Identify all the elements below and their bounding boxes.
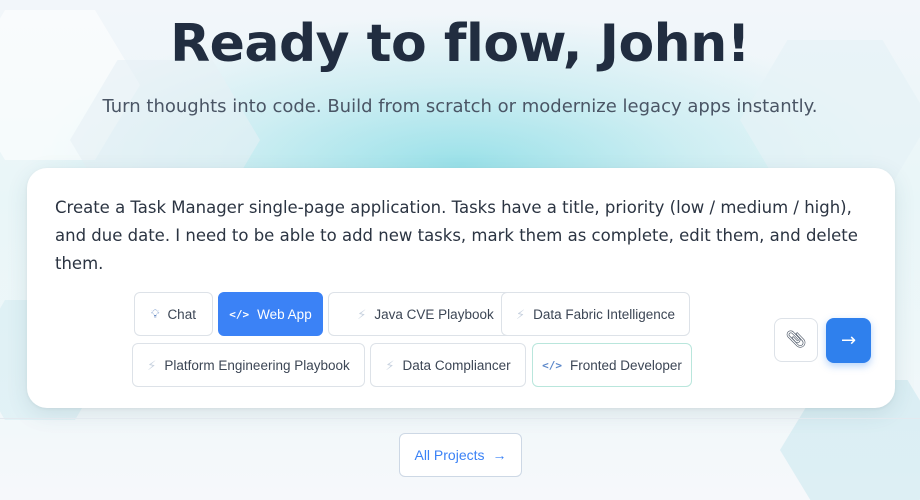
mode-chip-java-cve-playbook[interactable]: ⚡︎ Java CVE Playbook [328,292,523,336]
mode-chip-label: Data Compliancer [402,357,511,373]
bolt-icon: ⚡︎ [357,306,367,322]
mode-chip-web-app[interactable]: </> Web App [218,292,323,336]
mode-chip-fronted-developer[interactable]: </> Fronted Developer [532,343,692,387]
mode-chip-label: Data Fabric Intelligence [533,306,675,322]
divider [0,418,920,419]
mode-chip-label: Web App [257,306,312,322]
all-projects-button[interactable]: All Projects → [399,433,522,477]
lightbulb-icon: 💡︎ [151,307,160,321]
mode-chip-platform-engineering-playbook[interactable]: ⚡︎ Platform Engineering Playbook [132,343,365,387]
mode-chip-label: Chat [167,306,196,322]
arrow-right-icon: → [840,330,857,351]
page-title: Ready to flow, John! [170,14,750,74]
page-subtitle: Turn thoughts into code. Build from scra… [102,96,818,117]
paperclip-icon: 📎︎ [785,330,807,350]
send-button[interactable]: → [826,318,871,363]
mode-chip-data-fabric-intelligence[interactable]: ⚡︎ Data Fabric Intelligence [501,292,690,336]
arrow-right-icon: → [492,447,507,463]
mode-chip-label: Java CVE Playbook [374,306,494,322]
mode-chip-data-compliancer[interactable]: ⚡︎ Data Compliancer [370,343,526,387]
code-icon: </> [229,307,250,321]
mode-chip-label: Fronted Developer [570,357,682,373]
code-icon: </> [542,358,563,372]
bolt-icon: ⚡︎ [385,357,395,373]
bolt-icon: ⚡︎ [516,306,526,322]
bolt-icon: ⚡︎ [147,357,157,373]
prompt-input[interactable]: Create a Task Manager single-page applic… [55,194,875,278]
mode-chip-chat[interactable]: 💡︎ Chat [134,292,213,336]
attach-button[interactable]: 📎︎ [774,318,818,362]
all-projects-label: All Projects [414,447,485,463]
mode-chip-label: Platform Engineering Playbook [164,357,350,373]
prompt-card: Create a Task Manager single-page applic… [27,168,895,408]
